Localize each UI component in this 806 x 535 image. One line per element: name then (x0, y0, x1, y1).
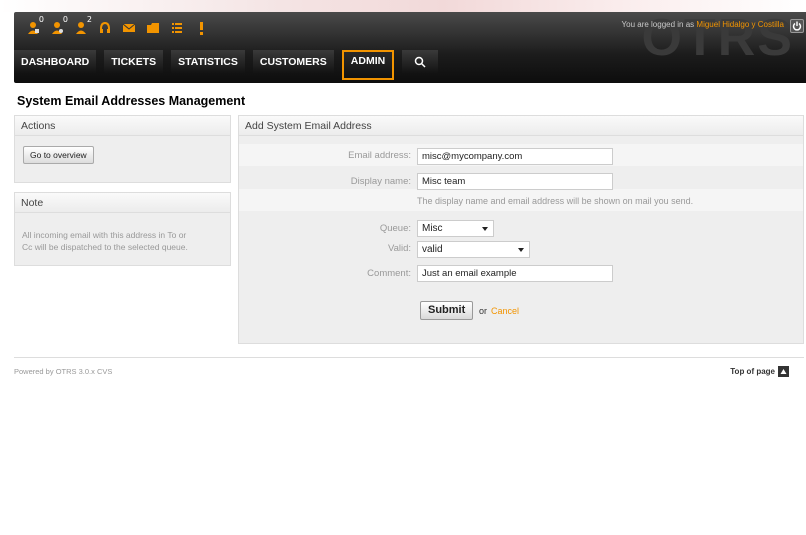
login-info: You are logged in as Miguel Hidalgo y Co… (622, 20, 784, 29)
watched-tickets-count: 0 (62, 15, 68, 24)
powered-by-text: Powered by OTRS 3.0.x CVS (14, 367, 113, 376)
nav-customers[interactable]: CUSTOMERS (252, 50, 334, 74)
page-title: System Email Addresses Management (17, 94, 246, 108)
add-email-form: Email address: misc@mycompany.com Displa… (239, 138, 803, 343)
chevron-down-icon (518, 248, 524, 252)
actions-widget-title: Actions (15, 116, 230, 136)
locked-tickets-count: 0 (38, 15, 44, 24)
display-name-label: Display name: (350, 176, 411, 187)
login-prefix: You are logged in as (621, 20, 695, 29)
user-name-link[interactable]: Miguel Hidalgo y Costilla (696, 20, 784, 29)
note-widget-title: Note (15, 193, 230, 213)
top-of-page-link[interactable]: Top of page (730, 366, 789, 377)
display-name-hint: The display name and email address will … (417, 196, 694, 206)
email-address-label: Email address: (348, 150, 411, 161)
go-to-overview-button[interactable]: Go to overview (23, 146, 94, 164)
add-email-widget: Add System Email Address Email address: … (238, 115, 804, 344)
responsible-tickets-count: 2 (86, 15, 92, 24)
arrow-up-icon (778, 366, 789, 377)
valid-select[interactable]: valid (417, 241, 530, 258)
note-line: Cc will be dispatched to the selected qu… (22, 242, 188, 252)
queue-label: Queue: (379, 223, 411, 234)
add-email-widget-title: Add System Email Address (239, 116, 803, 136)
actions-widget: Actions Go to overview (14, 115, 231, 183)
chevron-down-icon (482, 227, 488, 231)
search-icon[interactable] (402, 50, 439, 74)
toolbar: 0 0 2 (22, 15, 214, 39)
header: OTRS 0 0 2 You are logged in as Miguel H… (0, 0, 806, 90)
locked-tickets-icon[interactable]: 0 (22, 15, 44, 38)
note-text: All incoming email with this address in … (15, 213, 230, 253)
top-of-page-label: Top of page (730, 367, 775, 376)
valid-label: Valid: (387, 243, 411, 254)
nav-tickets[interactable]: TICKETS (104, 50, 164, 74)
or-text: or (479, 306, 488, 316)
valid-select-value: valid (422, 244, 443, 255)
submit-button[interactable]: Submit (420, 301, 474, 320)
logout-icon[interactable] (790, 19, 804, 33)
note-line: All incoming email with this address in … (22, 230, 187, 240)
queue-select-value: Misc (422, 223, 443, 234)
ticket-queue-icon[interactable] (142, 18, 164, 38)
comment-label: Comment: (367, 268, 411, 279)
email-address-field[interactable]: misc@mycompany.com (417, 148, 613, 165)
otrs-logo: OTRS (641, 9, 794, 67)
display-name-field[interactable]: Misc team (417, 173, 613, 190)
main-navigation: DASHBOARD TICKETS STATISTICS CUSTOMERS A… (14, 50, 439, 80)
escalation-icon[interactable] (190, 18, 212, 38)
cancel-link[interactable]: Cancel (491, 306, 519, 316)
queue-select[interactable]: Misc (417, 220, 494, 237)
comment-field[interactable]: Just an email example (417, 265, 613, 282)
nav-admin[interactable]: ADMIN (341, 50, 395, 80)
responsible-tickets-icon[interactable]: 2 (70, 15, 92, 38)
watched-tickets-icon[interactable]: 0 (46, 15, 68, 38)
nav-statistics[interactable]: STATISTICS (171, 50, 245, 74)
note-widget: Note All incoming email with this addres… (14, 192, 231, 266)
email-ticket-icon[interactable] (118, 18, 140, 38)
ticket-status-icon[interactable] (166, 18, 188, 38)
phone-ticket-icon[interactable] (94, 18, 116, 38)
nav-dashboard[interactable]: DASHBOARD (14, 50, 97, 74)
footer-divider (14, 357, 804, 358)
